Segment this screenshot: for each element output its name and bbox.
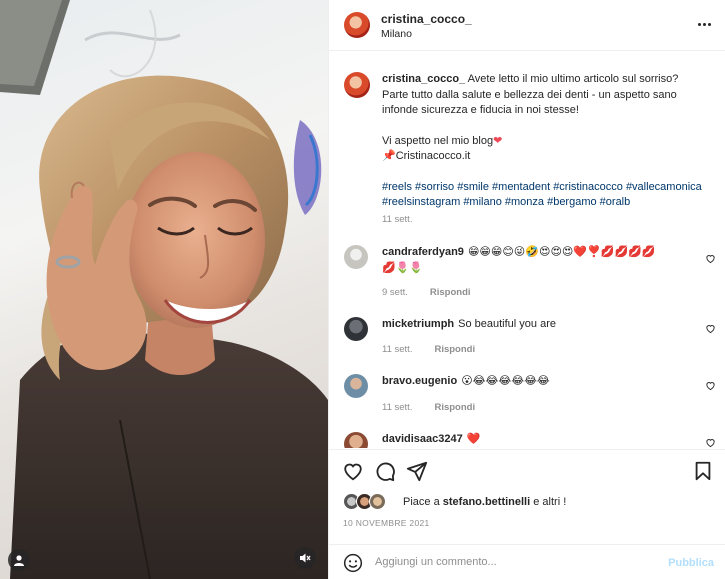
share-icon[interactable]	[406, 460, 428, 482]
publish-button[interactable]: Pubblica	[668, 557, 714, 569]
post-header: cristina_cocco_ Milano	[329, 0, 725, 51]
comment-icon[interactable]	[374, 460, 396, 482]
post-media-video[interactable]	[0, 0, 328, 579]
bookmark-icon[interactable]	[692, 460, 714, 482]
likes-prefix: Piace a	[403, 496, 440, 508]
caption-text-3: infonde sicurezza e fiducia in noi stess…	[382, 104, 579, 116]
likes-text: Piace a stefano.bettinelli e altri !	[403, 496, 566, 508]
commenter-avatar[interactable]	[344, 432, 368, 448]
add-comment-bar: Pubblica	[329, 544, 725, 579]
author-avatar[interactable]	[344, 12, 370, 38]
post-location[interactable]: Milano	[381, 28, 412, 40]
muted-speaker-icon	[300, 553, 311, 563]
comment-time[interactable]: 11 sett.	[382, 402, 412, 413]
commenter-avatar[interactable]	[344, 374, 368, 398]
comment-like-heart-icon[interactable]	[705, 253, 716, 264]
comment-time[interactable]: 9 sett.	[382, 287, 408, 298]
comment-text: micketriumph So beautiful you are	[382, 316, 692, 332]
comments-list[interactable]: cristina_cocco_ Avete letto il mio ultim…	[329, 52, 725, 448]
caption-text-4: Vi aspetto nel mio blog	[382, 134, 494, 147]
comment-body: ❤️	[466, 433, 481, 445]
comment-text: candraferdyan9 😁😁😁😊😜🤣😍😍😍❤️❣️💋💋💋💋 💋🌷🌷	[382, 244, 692, 276]
commenter-username[interactable]: candraferdyan9	[382, 246, 464, 258]
heart-icon[interactable]	[342, 460, 364, 482]
commenter-avatar[interactable]	[344, 317, 368, 341]
reply-button[interactable]: Rispondi	[434, 402, 475, 413]
post-caption: cristina_cocco_ Avete letto il mio ultim…	[382, 72, 702, 211]
liker-avatar	[369, 493, 386, 510]
comment-text: bravo.eugenio 😮😂😂😂😂😂😂	[382, 373, 692, 389]
comment-meta: 11 sett. Rispondi	[382, 344, 475, 355]
comment-like-heart-icon[interactable]	[705, 437, 716, 448]
likes-suffix[interactable]: e altri !	[533, 496, 566, 508]
post-actions-bar	[329, 449, 725, 489]
comment-input[interactable]	[375, 551, 655, 573]
comment-meta: 9 sett. Rispondi	[382, 287, 471, 298]
red-heart-emoji: ❤	[493, 134, 503, 147]
comment-like-heart-icon[interactable]	[705, 323, 716, 334]
mute-toggle-button[interactable]	[294, 547, 316, 569]
commenter-username[interactable]: bravo.eugenio	[382, 375, 457, 387]
caption-text-2: Parte tutto dalla salute e bellezza dei …	[382, 88, 677, 101]
pushpin-emoji: 📌	[382, 150, 396, 162]
caption-hashtags-1[interactable]: #reels #sorriso #smile #mentadent #crist…	[382, 180, 702, 196]
comment-time[interactable]: 11 sett.	[382, 344, 412, 355]
caption-author-avatar[interactable]	[344, 72, 370, 98]
more-options-icon[interactable]	[696, 16, 712, 32]
comment-text: davidisaac3247 ❤️	[382, 431, 692, 447]
commenter-username[interactable]: micketriumph	[382, 318, 454, 330]
post-details-panel: cristina_cocco_ Milano cristina_cocco_ A…	[328, 0, 725, 579]
commenter-avatar[interactable]	[344, 245, 368, 269]
caption-username[interactable]: cristina_cocco_	[382, 73, 465, 85]
caption-hashtags-2[interactable]: #reelsinstagram #milano #monza #bergamo …	[382, 195, 702, 211]
caption-timestamp[interactable]: 11 sett.	[382, 214, 412, 225]
comment-body-cont: 💋🌷🌷	[382, 262, 424, 274]
comment-body: 😮😂😂😂😂😂😂	[461, 375, 550, 387]
post-date[interactable]: 10 NOVEMBRE 2021	[343, 518, 430, 528]
reply-button[interactable]: Rispondi	[434, 344, 475, 355]
tagged-user-button[interactable]	[8, 549, 30, 571]
caption-text-1: Avete letto il mio ultimo articolo sul s…	[467, 73, 679, 85]
emoji-icon[interactable]	[343, 553, 363, 573]
user-icon	[14, 555, 24, 566]
comment-body: 😁😁😁😊😜🤣😍😍😍❤️❣️💋💋💋💋	[467, 246, 656, 258]
comment-body: So beautiful you are	[458, 318, 556, 330]
video-frame-illustration	[0, 0, 328, 579]
liker-username[interactable]: stefano.bettinelli	[443, 496, 530, 508]
caption-blog-link: Cristinacocco.it	[395, 150, 471, 162]
commenter-username[interactable]: davidisaac3247	[382, 433, 463, 445]
comment-like-heart-icon[interactable]	[705, 380, 716, 391]
reply-button[interactable]: Rispondi	[430, 287, 471, 298]
comment-meta: 11 sett. Rispondi	[382, 402, 475, 413]
author-username[interactable]: cristina_cocco_	[381, 12, 472, 26]
